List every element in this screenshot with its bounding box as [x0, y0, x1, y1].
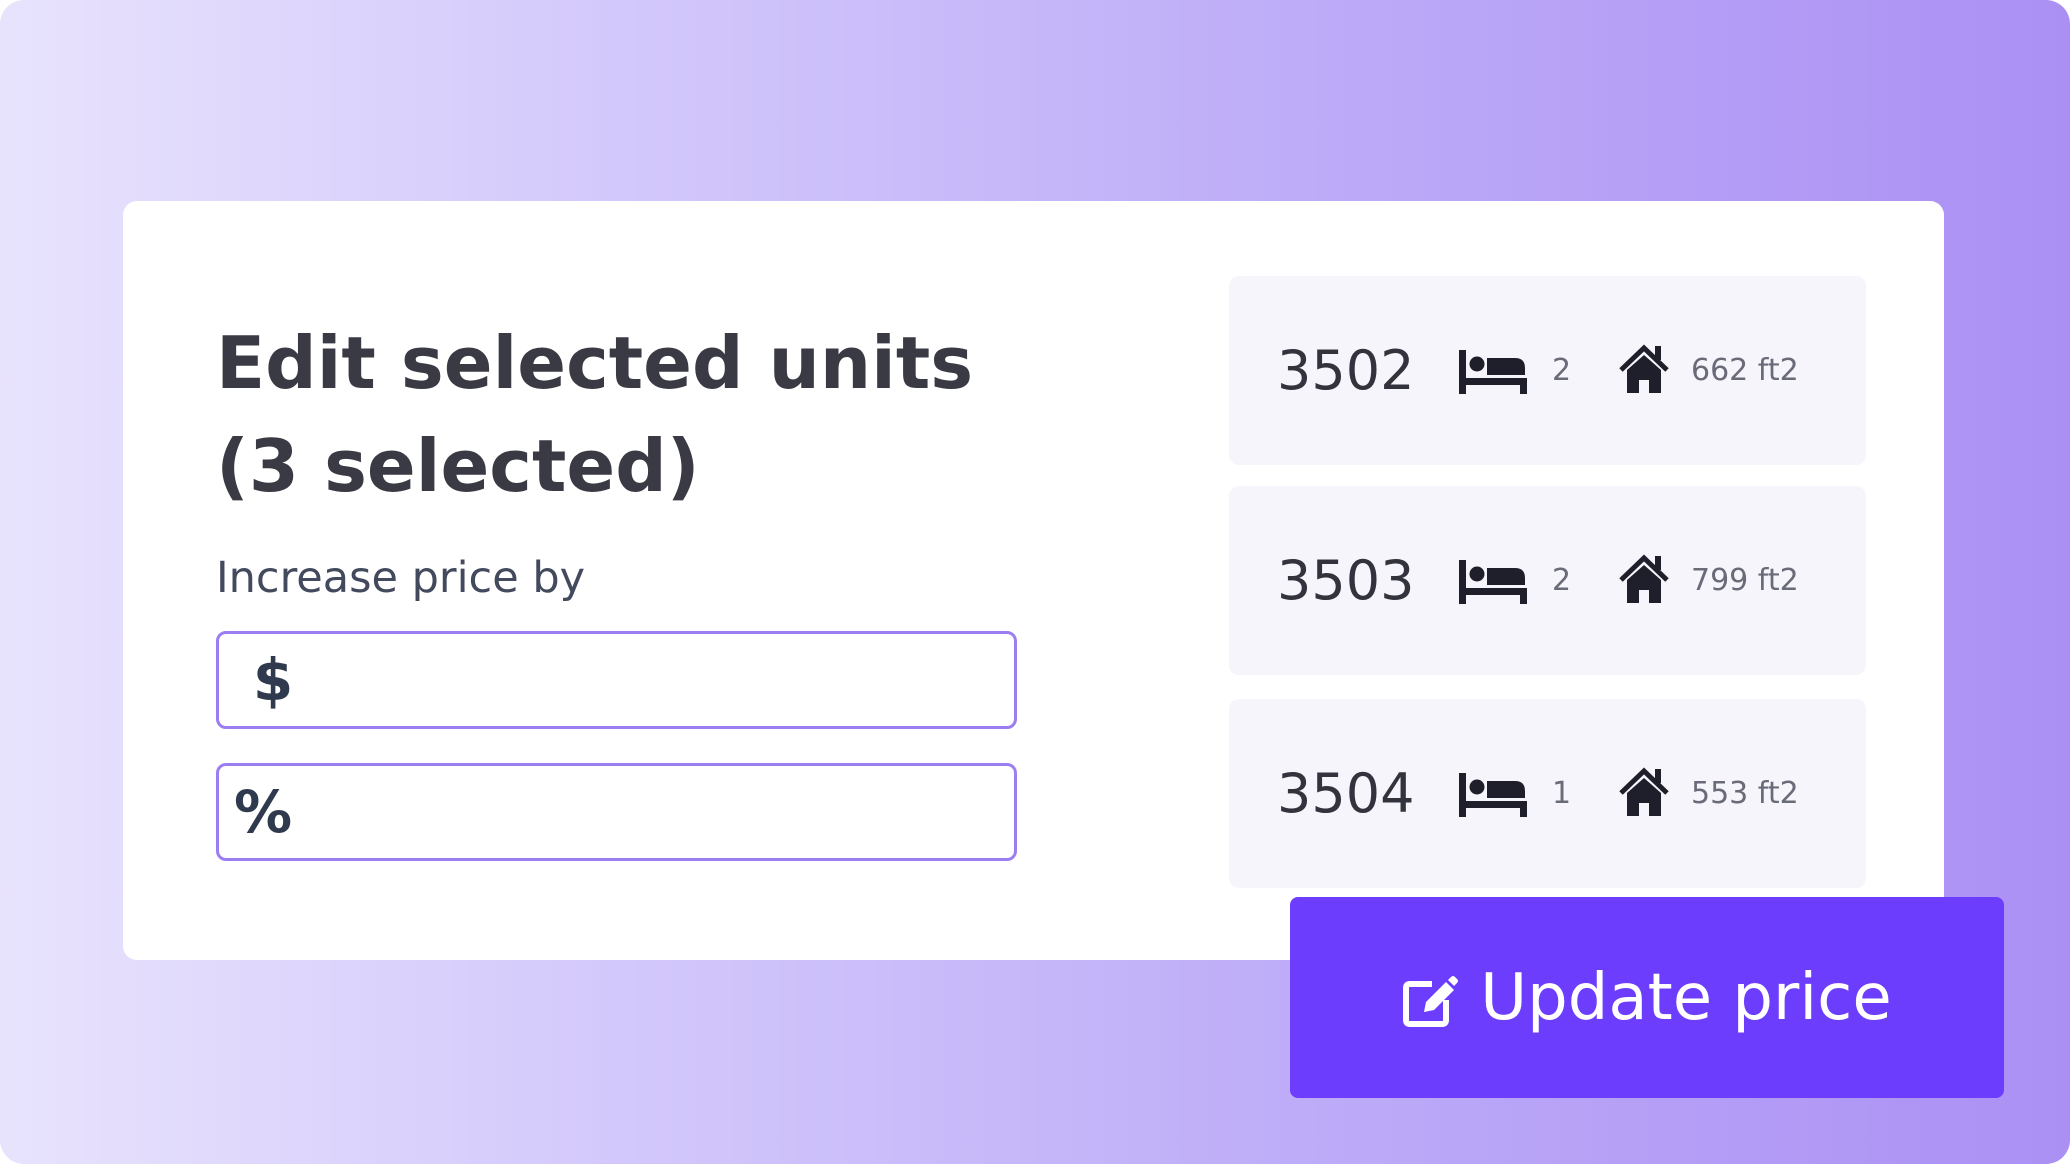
- bedroom-count: 1: [1552, 776, 1572, 811]
- bed-icon: [1459, 560, 1527, 604]
- percent-symbol: %: [233, 778, 293, 846]
- dollar-amount-input[interactable]: [313, 634, 1014, 726]
- edit-icon: [1403, 975, 1459, 1027]
- unit-area: 799 ft2: [1691, 563, 1799, 598]
- page-title: Edit selected units (3 selected): [216, 312, 1036, 518]
- app-frame: Edit selected units (3 selected) Increas…: [0, 0, 2070, 1164]
- unit-card[interactable]: 3504 1 553 ft2: [1229, 699, 1866, 888]
- unit-number: 3502: [1277, 339, 1415, 402]
- unit-area: 553 ft2: [1691, 776, 1799, 811]
- unit-number: 3503: [1277, 549, 1415, 612]
- update-price-label: Update price: [1480, 960, 1892, 1035]
- title-line-2-selected-count: (3 selected): [216, 424, 700, 508]
- update-price-button[interactable]: Update price: [1290, 897, 2004, 1098]
- percent-amount-field[interactable]: %: [216, 763, 1017, 861]
- home-icon: [1619, 767, 1669, 816]
- percent-amount-input[interactable]: [303, 766, 1014, 858]
- home-icon: [1619, 344, 1669, 393]
- dollar-amount-field[interactable]: $: [216, 631, 1017, 729]
- increase-price-label: Increase price by: [216, 553, 586, 603]
- unit-card[interactable]: 3502 2 662 ft2: [1229, 276, 1866, 465]
- bed-icon: [1459, 773, 1527, 817]
- unit-card[interactable]: 3503 2 799 ft2: [1229, 486, 1866, 675]
- bedroom-count: 2: [1552, 563, 1572, 598]
- unit-area: 662 ft2: [1691, 353, 1799, 388]
- bed-icon: [1459, 350, 1527, 394]
- title-line-1: Edit selected units: [216, 321, 974, 405]
- unit-number: 3504: [1277, 762, 1415, 825]
- bedroom-count: 2: [1552, 353, 1572, 388]
- home-icon: [1619, 554, 1669, 603]
- dollar-symbol: $: [252, 646, 294, 714]
